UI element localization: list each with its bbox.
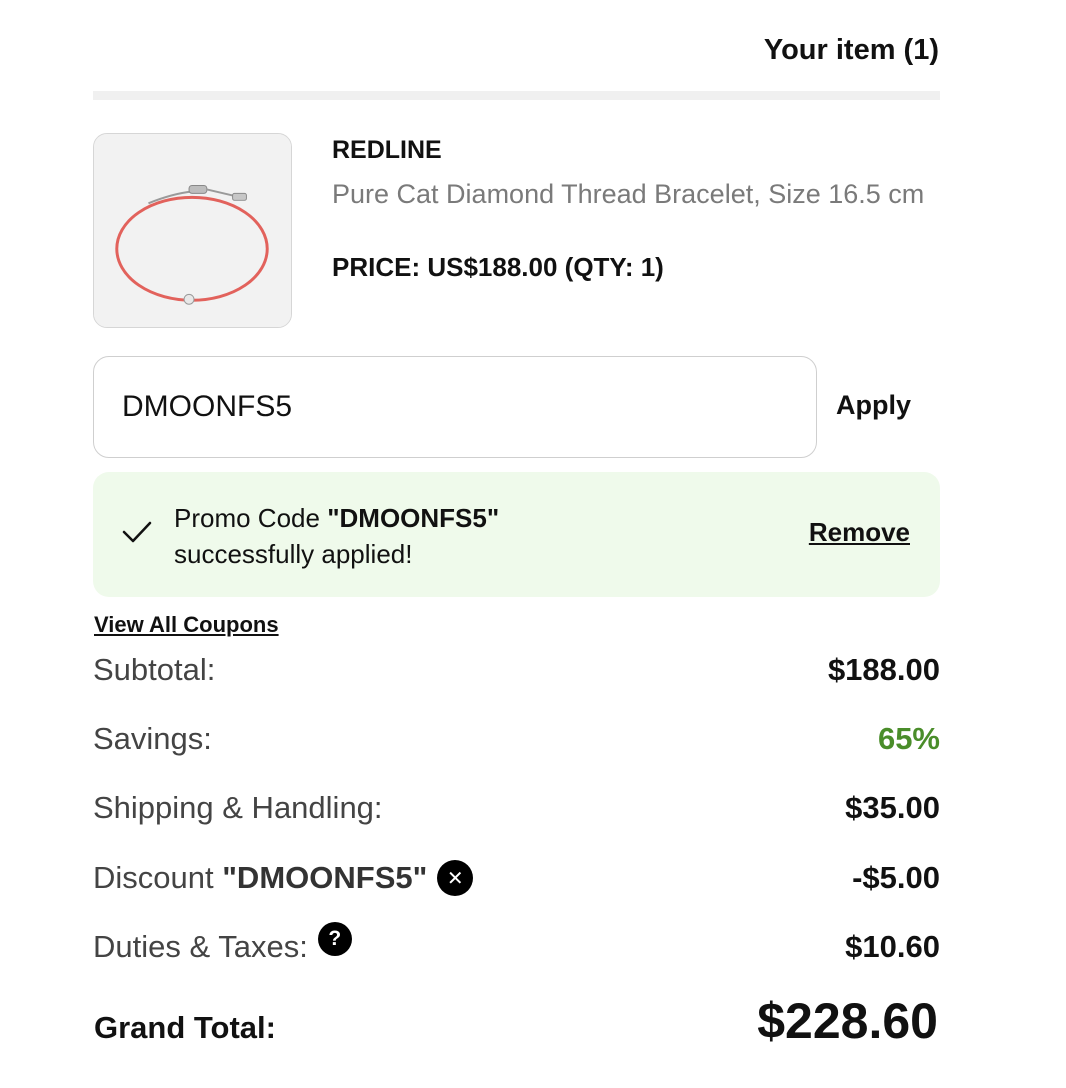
discount-code: "DMOONFS5" (222, 860, 428, 895)
view-all-coupons-link[interactable]: View All Coupons (94, 612, 279, 638)
product-thumbnail[interactable] (93, 133, 292, 328)
shipping-row: Shipping & Handling: $35.00 (93, 786, 940, 830)
promo-success-message: Promo Code "DMOONFS5" successfully appli… (174, 500, 694, 572)
apply-button[interactable]: Apply (836, 390, 911, 421)
discount-value: -$5.00 (852, 860, 940, 895)
bracelet-image-icon (94, 134, 291, 327)
cart-summary-page: Your item (1) REDLINE Pure Cat Diamond T… (0, 0, 1066, 1088)
discount-label: Discount "DMOONFS5" ✕ (93, 856, 474, 900)
product-brand: REDLINE (332, 136, 442, 164)
promo-code-input[interactable] (93, 356, 817, 458)
close-icon[interactable]: ✕ (437, 860, 474, 896)
question-icon[interactable]: ? (317, 922, 352, 956)
promo-success-code: "DMOONFS5" (327, 503, 500, 533)
duties-label-text: Duties & Taxes: (93, 929, 308, 964)
promo-success-prefix: Promo Code (174, 503, 328, 533)
subtotal-label: Subtotal: (93, 652, 216, 687)
duties-row: Duties & Taxes: ? $10.60 (93, 922, 940, 969)
shipping-label: Shipping & Handling: (93, 790, 383, 825)
subtotal-row: Subtotal: $188.00 (93, 648, 940, 692)
duties-label: Duties & Taxes: ? (93, 922, 352, 969)
product-price: PRICE: US$188.00 (QTY: 1) (332, 252, 664, 282)
savings-row: Savings: 65% (93, 717, 940, 761)
promo-success-banner: Promo Code "DMOONFS5" successfully appli… (93, 472, 940, 597)
grand-total-value: $228.60 (757, 993, 938, 1049)
product-name[interactable]: Pure Cat Diamond Thread Bracelet, Size 1… (332, 176, 932, 212)
savings-label: Savings: (93, 721, 212, 756)
remove-promo-link[interactable]: Remove (809, 517, 910, 548)
subtotal-value: $188.00 (827, 652, 940, 687)
discount-label-text: Discount (93, 860, 223, 895)
shipping-value: $35.00 (845, 790, 940, 825)
duties-value: $10.60 (845, 929, 940, 964)
grand-total-label: Grand Total: (94, 1010, 276, 1045)
promo-success-suffix: successfully applied! (174, 539, 413, 569)
cart-title: Your item (1) (763, 34, 939, 66)
check-icon (122, 521, 152, 543)
discount-row: Discount "DMOONFS5" ✕ -$5.00 (93, 856, 940, 900)
header-divider (93, 91, 940, 100)
savings-value: 65% (877, 721, 940, 756)
